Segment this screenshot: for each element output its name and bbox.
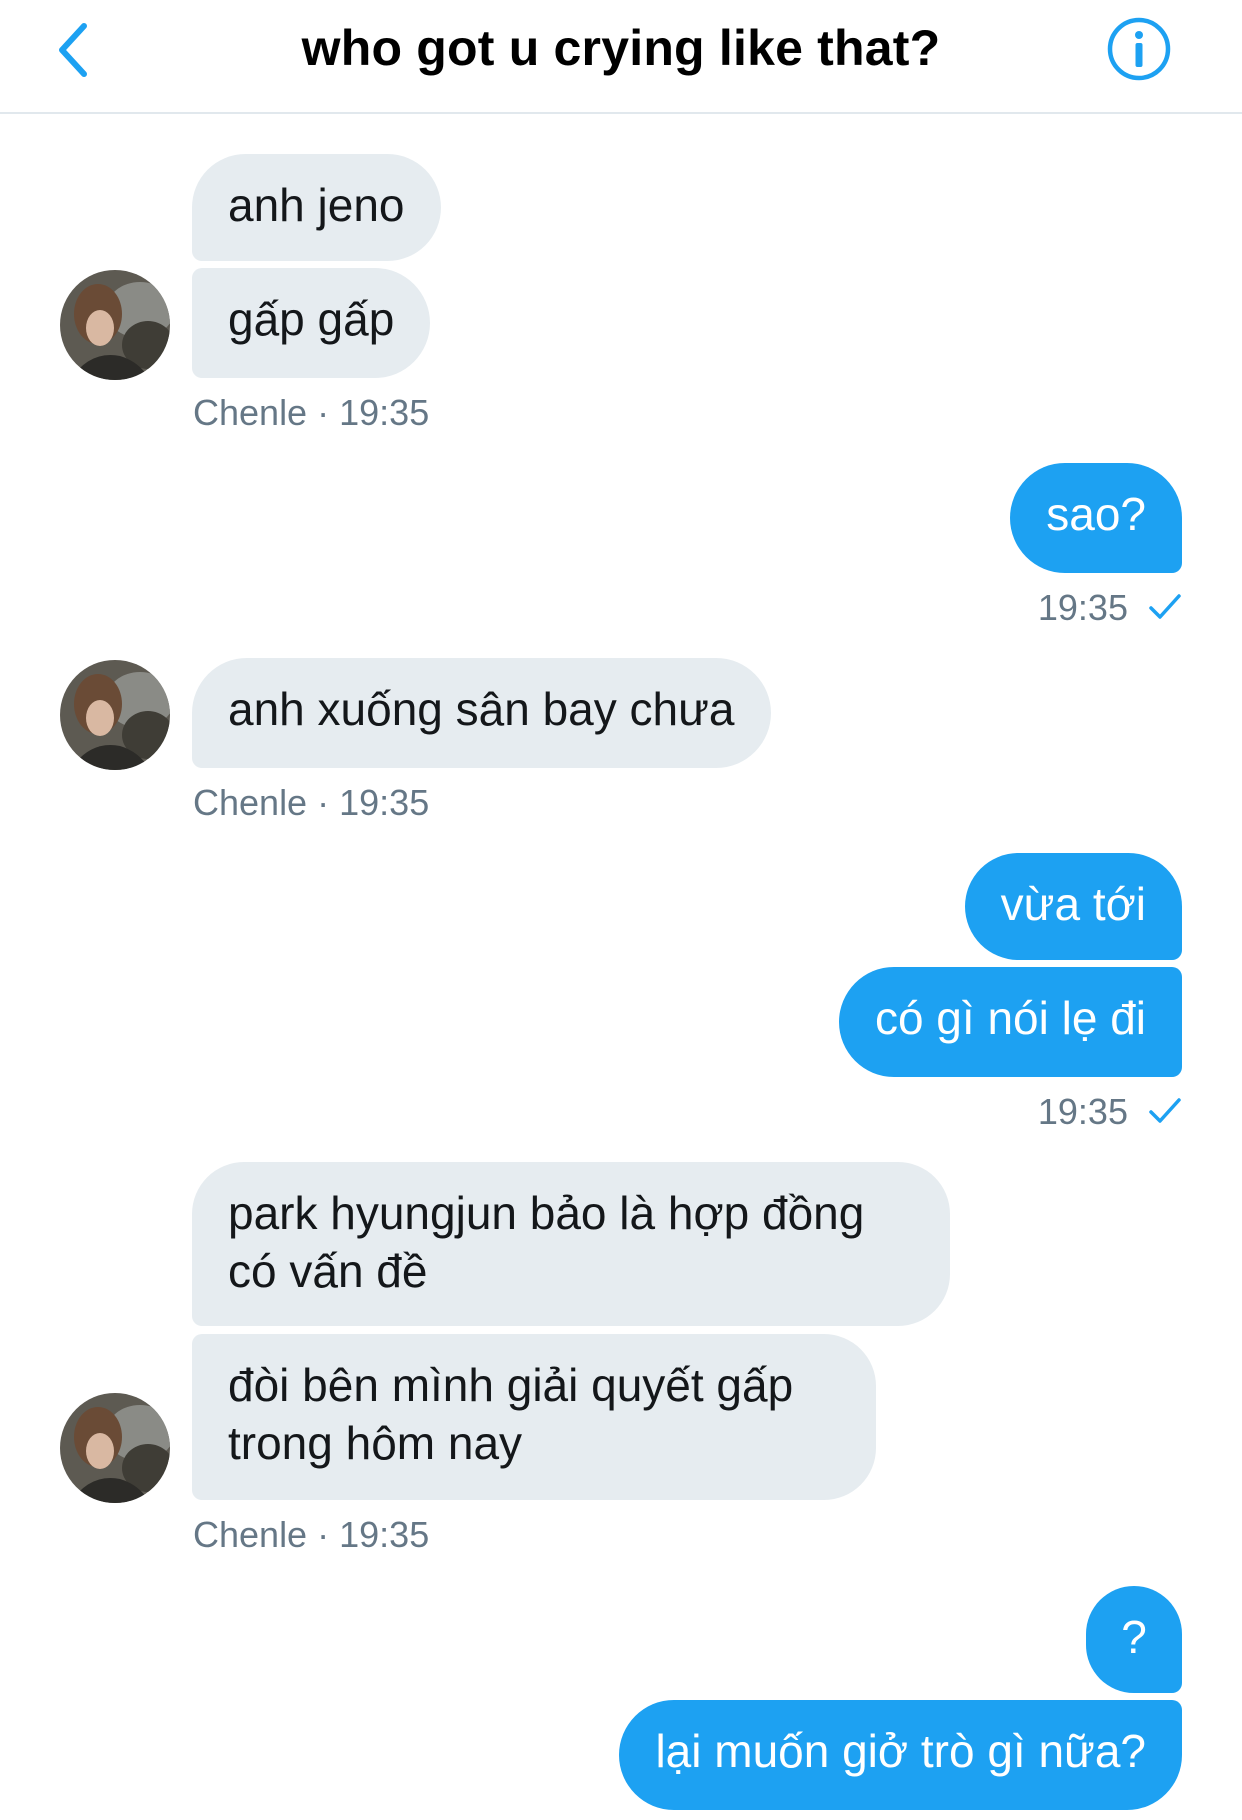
check-icon (1149, 1098, 1181, 1123)
meta-separator: · (317, 392, 330, 433)
message-meta: Chenle · 19:35 (193, 1513, 429, 1557)
message-bubble-incoming[interactable]: đòi bên mình giải quyết gấp trong hôm na… (192, 1334, 876, 1500)
message-bubble-incoming[interactable]: gấp gấp (192, 268, 431, 378)
sender-name: Chenle (193, 1514, 308, 1555)
meta-separator: · (317, 782, 330, 823)
conversation-title: who got u crying like that? (301, 20, 941, 76)
info-button[interactable] (1106, 16, 1172, 82)
message-meta: 19:35 (1038, 1090, 1182, 1134)
sender-name: Chenle (193, 782, 308, 823)
message-time: 19:35 (339, 782, 430, 823)
sender-name: Chenle (193, 392, 308, 433)
meta-separator: · (317, 1514, 330, 1555)
avatar[interactable] (60, 1393, 170, 1503)
message-bubble-incoming[interactable]: anh jeno (192, 154, 441, 261)
message-time: 19:35 (1037, 587, 1128, 628)
message-meta: Chenle · 19:35 (193, 391, 429, 435)
message-bubble-outgoing[interactable]: lại muốn giở trò gì nữa? (619, 1700, 1182, 1810)
message-bubble-outgoing[interactable]: ? (1086, 1586, 1182, 1693)
message-bubble-outgoing[interactable]: vừa tới (964, 853, 1182, 960)
info-circle-icon (1107, 17, 1171, 81)
chevron-left-icon (59, 23, 87, 77)
message-meta: Chenle · 19:35 (193, 781, 429, 825)
message-bubble-outgoing[interactable]: sao? (1010, 463, 1182, 573)
conversation-header: who got u crying like that? (0, 0, 1242, 114)
message-time: 19:35 (339, 1514, 430, 1555)
avatar[interactable] (60, 270, 170, 380)
avatar[interactable] (60, 660, 170, 770)
message-time: 19:35 (339, 392, 430, 433)
check-icon (1149, 594, 1181, 619)
message-meta: 19:35 (1038, 586, 1182, 630)
back-button[interactable] (48, 12, 112, 88)
message-bubble-incoming[interactable]: anh xuống sân bay chưa (192, 658, 771, 768)
message-time: 19:35 (1037, 1091, 1128, 1132)
message-bubble-incoming[interactable]: park hyungjun bảo là hợp đồng có vấn đề (192, 1162, 950, 1326)
message-bubble-outgoing[interactable]: có gì nói lẹ đi (838, 967, 1182, 1077)
